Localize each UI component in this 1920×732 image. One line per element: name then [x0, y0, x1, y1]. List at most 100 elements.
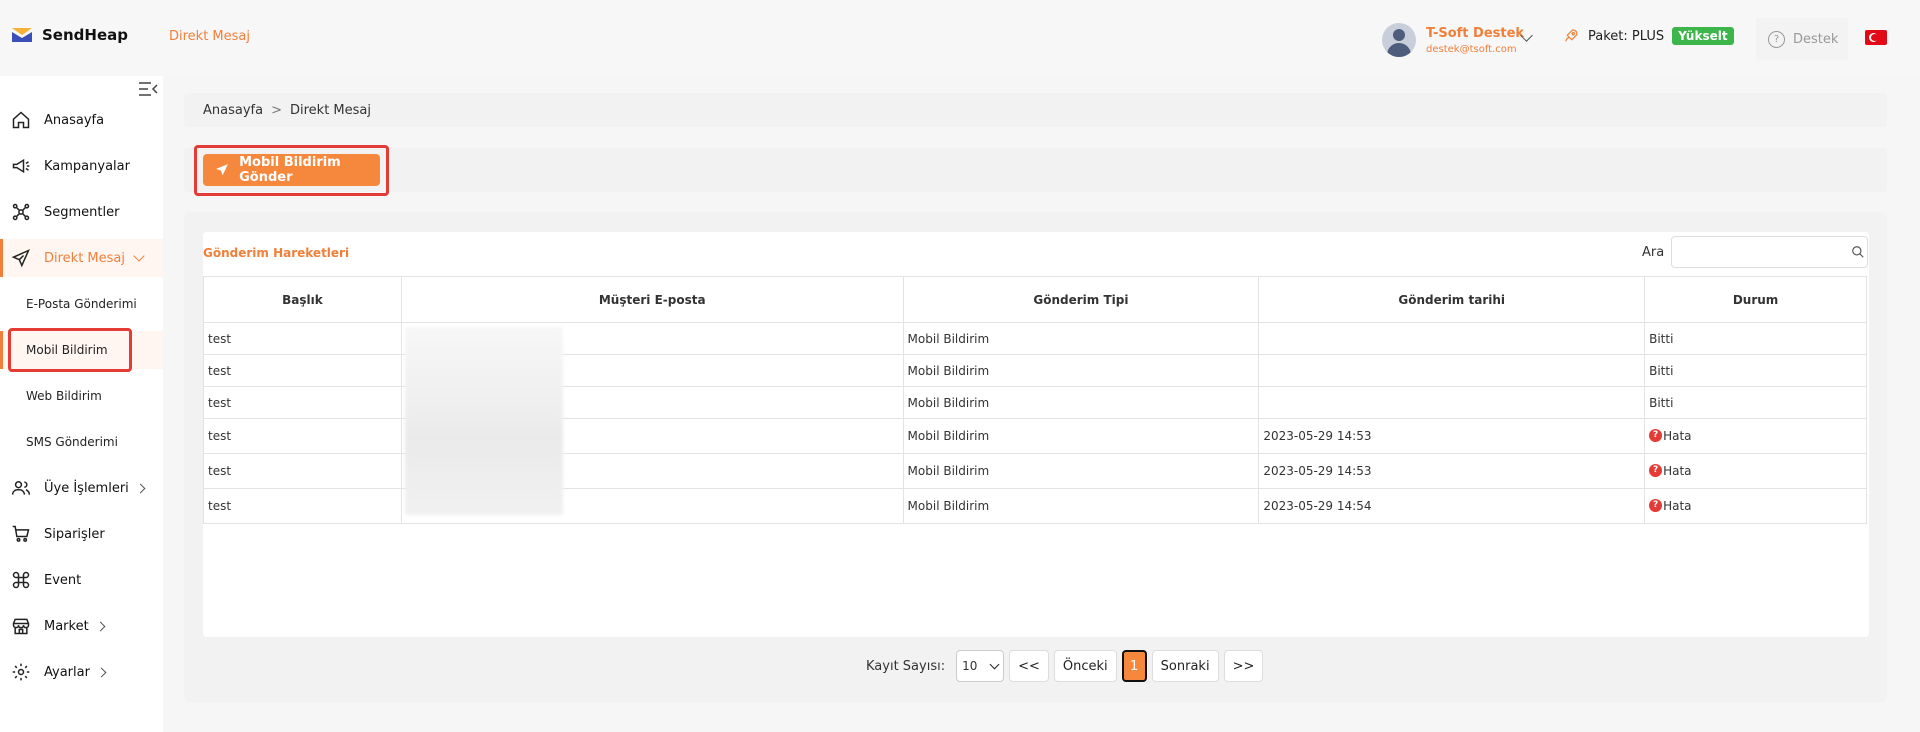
page-header-title: Direkt Mesaj: [169, 29, 251, 44]
column-header[interactable]: Gönderim Tipi: [902, 276, 1260, 323]
sidebar-item-event[interactable]: Event: [0, 561, 163, 599]
package-info: Paket: PLUS Yükselt: [1562, 27, 1734, 45]
cell-status: ? Hata: [1644, 488, 1867, 524]
column-header[interactable]: Müşteri E-posta: [400, 276, 904, 323]
cell-date: 2023-05-29 14:53: [1258, 453, 1646, 489]
breadcrumb: Anasayfa > Direkt Mesaj: [184, 93, 1887, 127]
sidebar-item-ayarlar[interactable]: Ayarlar: [0, 653, 163, 691]
chevron-right-icon: [135, 483, 146, 493]
chevron-down-icon: [133, 250, 145, 262]
status-text: Hata: [1663, 429, 1692, 443]
cell-type: Mobil Bildirim: [902, 488, 1260, 524]
cell-date: [1258, 322, 1646, 355]
cell-status: Bitti: [1644, 322, 1867, 355]
turkish-flag-icon[interactable]: [1865, 30, 1887, 45]
cell-type: Mobil Bildirim: [902, 354, 1260, 387]
previous-page-button[interactable]: Önceki: [1053, 650, 1117, 682]
next-page-button[interactable]: Sonraki: [1151, 650, 1219, 682]
search-input[interactable]: [1671, 236, 1868, 268]
sidebar-subitem-label: E-Posta Gönderimi: [26, 297, 137, 311]
sidebar-item-label: Anasayfa: [44, 112, 105, 128]
breadcrumb-separator: >: [271, 102, 282, 118]
sidebar-subitem-label: SMS Gönderimi: [26, 435, 118, 449]
home-icon: [10, 109, 32, 131]
send-icon: [10, 247, 32, 269]
question-icon: ?: [1768, 30, 1785, 48]
support-button[interactable]: ? Destek: [1756, 18, 1848, 60]
sidebar-subitem-web-bildirim[interactable]: Web Bildirim: [0, 377, 163, 415]
last-page-button[interactable]: >>: [1223, 650, 1264, 682]
avatar: [1382, 23, 1416, 57]
cell-title: test: [203, 488, 402, 524]
sidebar-item-direkt-mesaj[interactable]: Direkt Mesaj: [0, 239, 163, 277]
cell-title: test: [203, 418, 402, 454]
envelope-logo-icon: [12, 28, 32, 42]
column-header[interactable]: Gönderim tarihi: [1258, 276, 1646, 323]
cell-type: Mobil Bildirim: [902, 322, 1260, 355]
sidebar-item-segmentler[interactable]: Segmentler: [0, 193, 163, 231]
chevron-right-icon: [95, 621, 106, 631]
error-icon[interactable]: ?: [1649, 429, 1663, 442]
send-button-label: Mobil Bildirim Gönder: [239, 155, 341, 185]
sidebar-item-label: Market: [44, 618, 89, 634]
page-size-value: 10: [962, 659, 978, 673]
upgrade-button[interactable]: Yükselt: [1672, 27, 1734, 45]
cell-title: test: [203, 386, 402, 419]
sidebar-item-uye-islemleri[interactable]: Üye İşlemleri: [0, 469, 163, 507]
cell-date: 2023-05-29 14:53: [1258, 418, 1646, 454]
current-page-button[interactable]: 1: [1121, 650, 1147, 682]
column-header[interactable]: Başlık: [203, 276, 402, 323]
cell-title: test: [203, 354, 402, 387]
error-icon[interactable]: ?: [1649, 464, 1663, 477]
cell-type: Mobil Bildirim: [902, 386, 1260, 419]
column-header[interactable]: Durum: [1644, 276, 1867, 323]
gear-icon: [10, 661, 32, 683]
sidebar-item-anasayfa[interactable]: Anasayfa: [0, 101, 163, 139]
search-icon[interactable]: [1851, 245, 1865, 259]
sidebar-item-kampanyalar[interactable]: Kampanyalar: [0, 147, 163, 185]
sidebar-subitem-sms[interactable]: SMS Gönderimi: [0, 423, 163, 461]
network-icon: [10, 201, 32, 223]
package-label: Paket: PLUS: [1588, 28, 1665, 44]
cart-icon: [10, 523, 32, 545]
command-icon: [10, 569, 32, 591]
cell-status: Bitti: [1644, 354, 1867, 387]
brand-name: SendHeap: [42, 26, 128, 44]
section-title: Gönderim Hareketleri: [203, 246, 350, 260]
rocket-icon: [1565, 29, 1578, 42]
search-label: Ara: [1642, 245, 1665, 260]
send-mobile-notification-button[interactable]: Mobil Bildirim Gönder: [203, 154, 380, 186]
cell-type: Mobil Bildirim: [902, 453, 1260, 489]
sidebar-subitem-eposta[interactable]: E-Posta Gönderimi: [0, 285, 163, 323]
top-bar: SendHeap Direkt Mesaj T-Soft Destek dest…: [0, 0, 1920, 76]
sidebar-item-label: Üye İşlemleri: [44, 480, 129, 496]
breadcrumb-current: Direkt Mesaj: [289, 102, 371, 118]
store-icon: [10, 615, 32, 637]
paper-plane-icon: [216, 164, 228, 176]
status-text: Hata: [1663, 464, 1692, 478]
sidebar-item-siparisler[interactable]: Siparişler: [0, 515, 163, 553]
page-size-select[interactable]: 10: [956, 650, 1005, 682]
cell-title: test: [203, 322, 402, 355]
first-page-button[interactable]: <<: [1009, 650, 1049, 682]
cell-status: ? Hata: [1644, 418, 1867, 454]
error-icon[interactable]: ?: [1649, 499, 1663, 512]
cell-date: [1258, 354, 1646, 387]
user-email: destek@tsoft.com: [1426, 43, 1517, 55]
status-text: Hata: [1663, 499, 1692, 513]
breadcrumb-home[interactable]: Anasayfa: [203, 103, 263, 118]
cell-date: 2023-05-29 14:54: [1258, 488, 1646, 524]
user-menu[interactable]: T-Soft Destek destek@tsoft.com: [1374, 18, 1542, 62]
users-icon: [10, 477, 32, 499]
cell-type: Mobil Bildirim: [902, 418, 1260, 454]
sidebar-item-label: Siparişler: [44, 526, 105, 542]
sidebar-item-label: Event: [44, 572, 82, 588]
chevron-down-icon: [989, 659, 1000, 669]
brand[interactable]: SendHeap: [12, 26, 128, 44]
collapse-menu-icon[interactable]: [138, 80, 158, 98]
redacted-email-blur: [405, 327, 563, 515]
sidebar-item-label: Ayarlar: [44, 664, 90, 680]
cell-date: [1258, 386, 1646, 419]
sidebar-item-market[interactable]: Market: [0, 607, 163, 645]
page-size-label: Kayıt Sayısı:: [866, 658, 946, 674]
